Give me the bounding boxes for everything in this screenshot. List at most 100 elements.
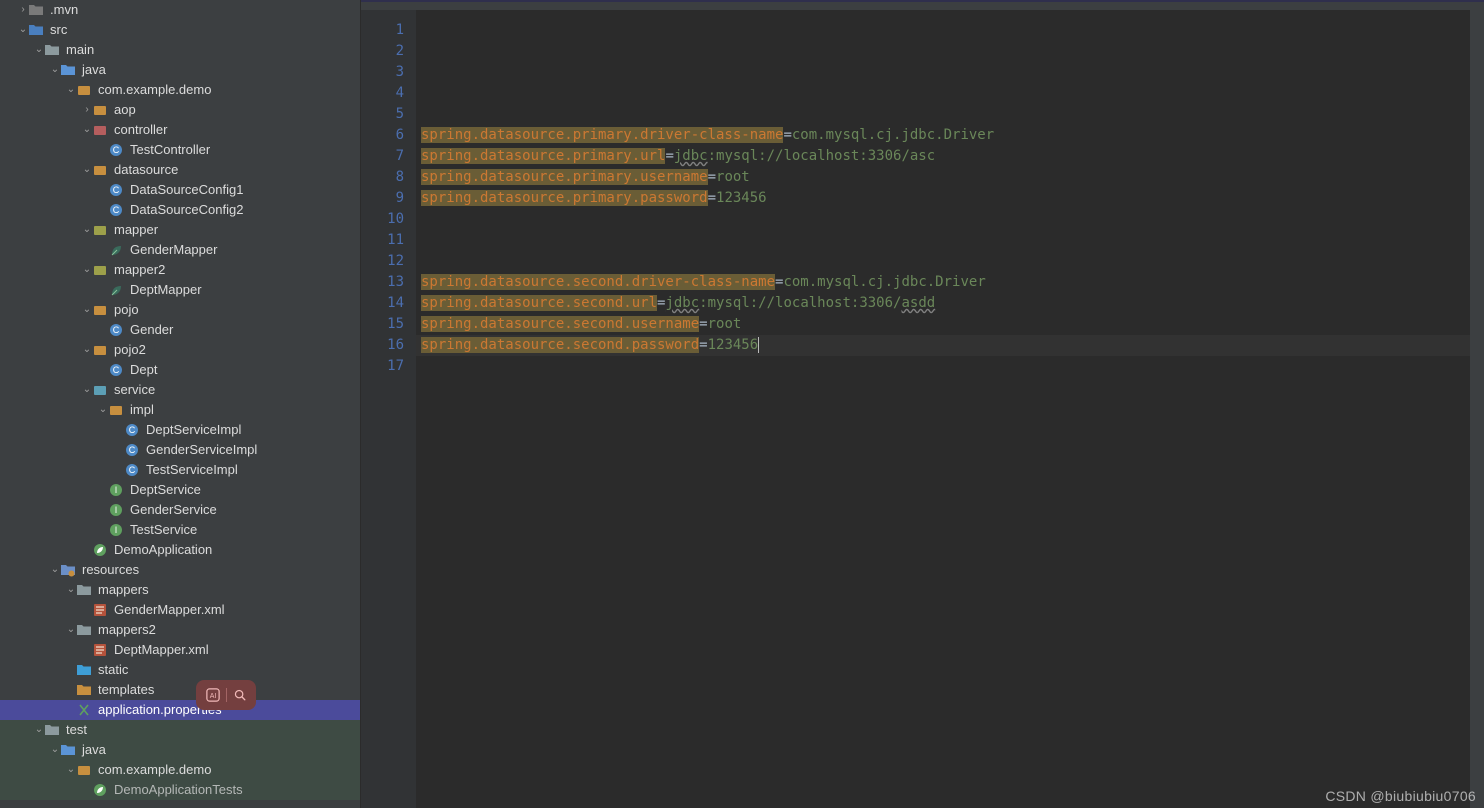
tree-item-testcontroller[interactable]: CTestController [0, 140, 360, 160]
chevron-down-icon[interactable]: ⌄ [66, 620, 76, 640]
code-line[interactable] [416, 20, 1470, 41]
chevron-down-icon[interactable]: ⌄ [98, 400, 108, 420]
tree-item-gender[interactable]: CGender [0, 320, 360, 340]
tree-item-testserviceimpl[interactable]: CTestServiceImpl [0, 460, 360, 480]
tree-item-service[interactable]: ⌄service [0, 380, 360, 400]
chevron-down-icon[interactable]: ⌄ [34, 40, 44, 60]
code-line[interactable]: spring.datasource.second.password=123456 [416, 335, 1470, 356]
class-icon: C [124, 462, 140, 478]
tree-item-datasourceconfig2[interactable]: CDataSourceConfig2 [0, 200, 360, 220]
floating-tool[interactable]: AI [196, 680, 256, 710]
code-line[interactable]: spring.datasource.second.username=root [416, 314, 1470, 335]
tree-item-gendermapper[interactable]: GenderMapper [0, 240, 360, 260]
code-line[interactable]: spring.datasource.primary.password=12345… [416, 188, 1470, 209]
chevron-down-icon[interactable]: ⌄ [82, 160, 92, 180]
tree-item-static[interactable]: static [0, 660, 360, 680]
folder-icon [76, 622, 92, 638]
tree-item-deptserviceimpl[interactable]: CDeptServiceImpl [0, 420, 360, 440]
tree-item-java[interactable]: ⌄java [0, 740, 360, 760]
tree-item-label: DataSourceConfig2 [130, 200, 243, 220]
tree-item-label: DemoApplicationTests [114, 780, 243, 800]
tree-item-application-properties[interactable]: application.properties [0, 700, 360, 720]
tree-item-mappers[interactable]: ⌄mappers [0, 580, 360, 600]
tree-item-label: DeptService [130, 480, 201, 500]
code-line[interactable]: spring.datasource.primary.url=jdbc:mysql… [416, 146, 1470, 167]
tree-item-mapper2[interactable]: ⌄ mapper2 [0, 260, 360, 280]
chevron-down-icon[interactable]: ⌄ [50, 560, 60, 580]
chevron-down-icon[interactable]: ⌄ [82, 300, 92, 320]
chevron-down-icon[interactable]: ⌄ [82, 220, 92, 240]
tree-item-deptservice[interactable]: IDeptService [0, 480, 360, 500]
code-text[interactable]: spring.datasource.primary.driver-class-n… [416, 10, 1470, 808]
svg-text:C: C [113, 325, 120, 335]
tree-item-gendermapper-xml[interactable]: GenderMapper.xml [0, 600, 360, 620]
chevron-right-icon[interactable]: › [82, 100, 92, 120]
chevron-down-icon[interactable]: ⌄ [82, 260, 92, 280]
tree-item-templates[interactable]: templates [0, 680, 360, 700]
tree-item--mvn[interactable]: ›.mvn [0, 0, 360, 20]
tree-item-deptmapper-xml[interactable]: DeptMapper.xml [0, 640, 360, 660]
chevron-down-icon[interactable]: ⌄ [82, 120, 92, 140]
tree-item-main[interactable]: ⌄main [0, 40, 360, 60]
tree-item-src[interactable]: ⌄src [0, 20, 360, 40]
property-key: spring.datasource.primary.username [421, 169, 708, 185]
tree-item-aop[interactable]: ›aop [0, 100, 360, 120]
tree-item-genderserviceimpl[interactable]: CGenderServiceImpl [0, 440, 360, 460]
editor-scrollbar[interactable] [1470, 10, 1484, 808]
tree-item-mappers2[interactable]: ⌄mappers2 [0, 620, 360, 640]
tree-item-demoapplication[interactable]: DemoApplication [0, 540, 360, 560]
tree-item-mapper[interactable]: ⌄mapper [0, 220, 360, 240]
tree-item-datasource[interactable]: ⌄datasource [0, 160, 360, 180]
chevron-down-icon[interactable]: ⌄ [66, 580, 76, 600]
code-line[interactable]: spring.datasource.primary.username=root [416, 167, 1470, 188]
chevron-down-icon[interactable]: ⌄ [66, 80, 76, 100]
tree-item-label: mapper2 [114, 260, 165, 280]
tree-item-demoapplicationtests[interactable]: DemoApplicationTests [0, 780, 360, 800]
svg-text:I: I [115, 505, 118, 515]
tree-item-resources[interactable]: ⌄resources [0, 560, 360, 580]
chevron-right-icon[interactable]: › [18, 0, 28, 20]
line-number: 16 [361, 335, 404, 356]
tree-item-datasourceconfig1[interactable]: CDataSourceConfig1 [0, 180, 360, 200]
code-line[interactable] [416, 230, 1470, 251]
code-line[interactable]: spring.datasource.second.driver-class-na… [416, 272, 1470, 293]
code-line[interactable]: spring.datasource.second.url=jdbc:mysql:… [416, 293, 1470, 314]
chevron-down-icon[interactable]: ⌄ [34, 720, 44, 740]
svg-text:AI: AI [209, 693, 216, 700]
tree-item-dept[interactable]: CDept [0, 360, 360, 380]
chevron-down-icon[interactable]: ⌄ [66, 760, 76, 780]
package-s-icon [92, 382, 108, 398]
tree-item-test[interactable]: ⌄test [0, 720, 360, 740]
editor-tabstrip[interactable] [361, 2, 1484, 10]
code-line[interactable] [416, 104, 1470, 125]
project-tree[interactable]: ›.mvn⌄src⌄main⌄java⌄com.example.demo›aop… [0, 0, 360, 800]
tree-item-com-example-demo[interactable]: ⌄com.example.demo [0, 760, 360, 780]
property-value: 123456 [708, 337, 759, 353]
code-line[interactable] [416, 41, 1470, 62]
code-area[interactable]: 1234567891011121314151617 spring.datasou… [361, 10, 1484, 808]
tree-item-testservice[interactable]: ITestService [0, 520, 360, 540]
tree-item-genderservice[interactable]: IGenderService [0, 500, 360, 520]
chevron-down-icon[interactable]: ⌄ [50, 60, 60, 80]
code-line[interactable] [416, 83, 1470, 104]
chevron-down-icon[interactable]: ⌄ [50, 740, 60, 760]
chevron-down-icon[interactable]: ⌄ [18, 20, 28, 40]
project-tree-sidebar[interactable]: ›.mvn⌄src⌄main⌄java⌄com.example.demo›aop… [0, 0, 361, 808]
tree-item-impl[interactable]: ⌄impl [0, 400, 360, 420]
package-icon [92, 102, 108, 118]
code-line[interactable]: spring.datasource.primary.driver-class-n… [416, 125, 1470, 146]
tree-item-deptmapper[interactable]: DeptMapper [0, 280, 360, 300]
tree-item-java[interactable]: ⌄java [0, 60, 360, 80]
tree-item-pojo[interactable]: ⌄pojo [0, 300, 360, 320]
code-line[interactable] [416, 356, 1470, 377]
tree-item-com-example-demo[interactable]: ⌄com.example.demo [0, 80, 360, 100]
class-icon: C [108, 322, 124, 338]
code-line[interactable] [416, 251, 1470, 272]
code-line[interactable] [416, 209, 1470, 230]
tree-item-pojo2[interactable]: ⌄pojo2 [0, 340, 360, 360]
folder-static-icon [76, 662, 92, 678]
chevron-down-icon[interactable]: ⌄ [82, 380, 92, 400]
tree-item-controller[interactable]: ⌄controller [0, 120, 360, 140]
chevron-down-icon[interactable]: ⌄ [82, 340, 92, 360]
code-line[interactable] [416, 62, 1470, 83]
